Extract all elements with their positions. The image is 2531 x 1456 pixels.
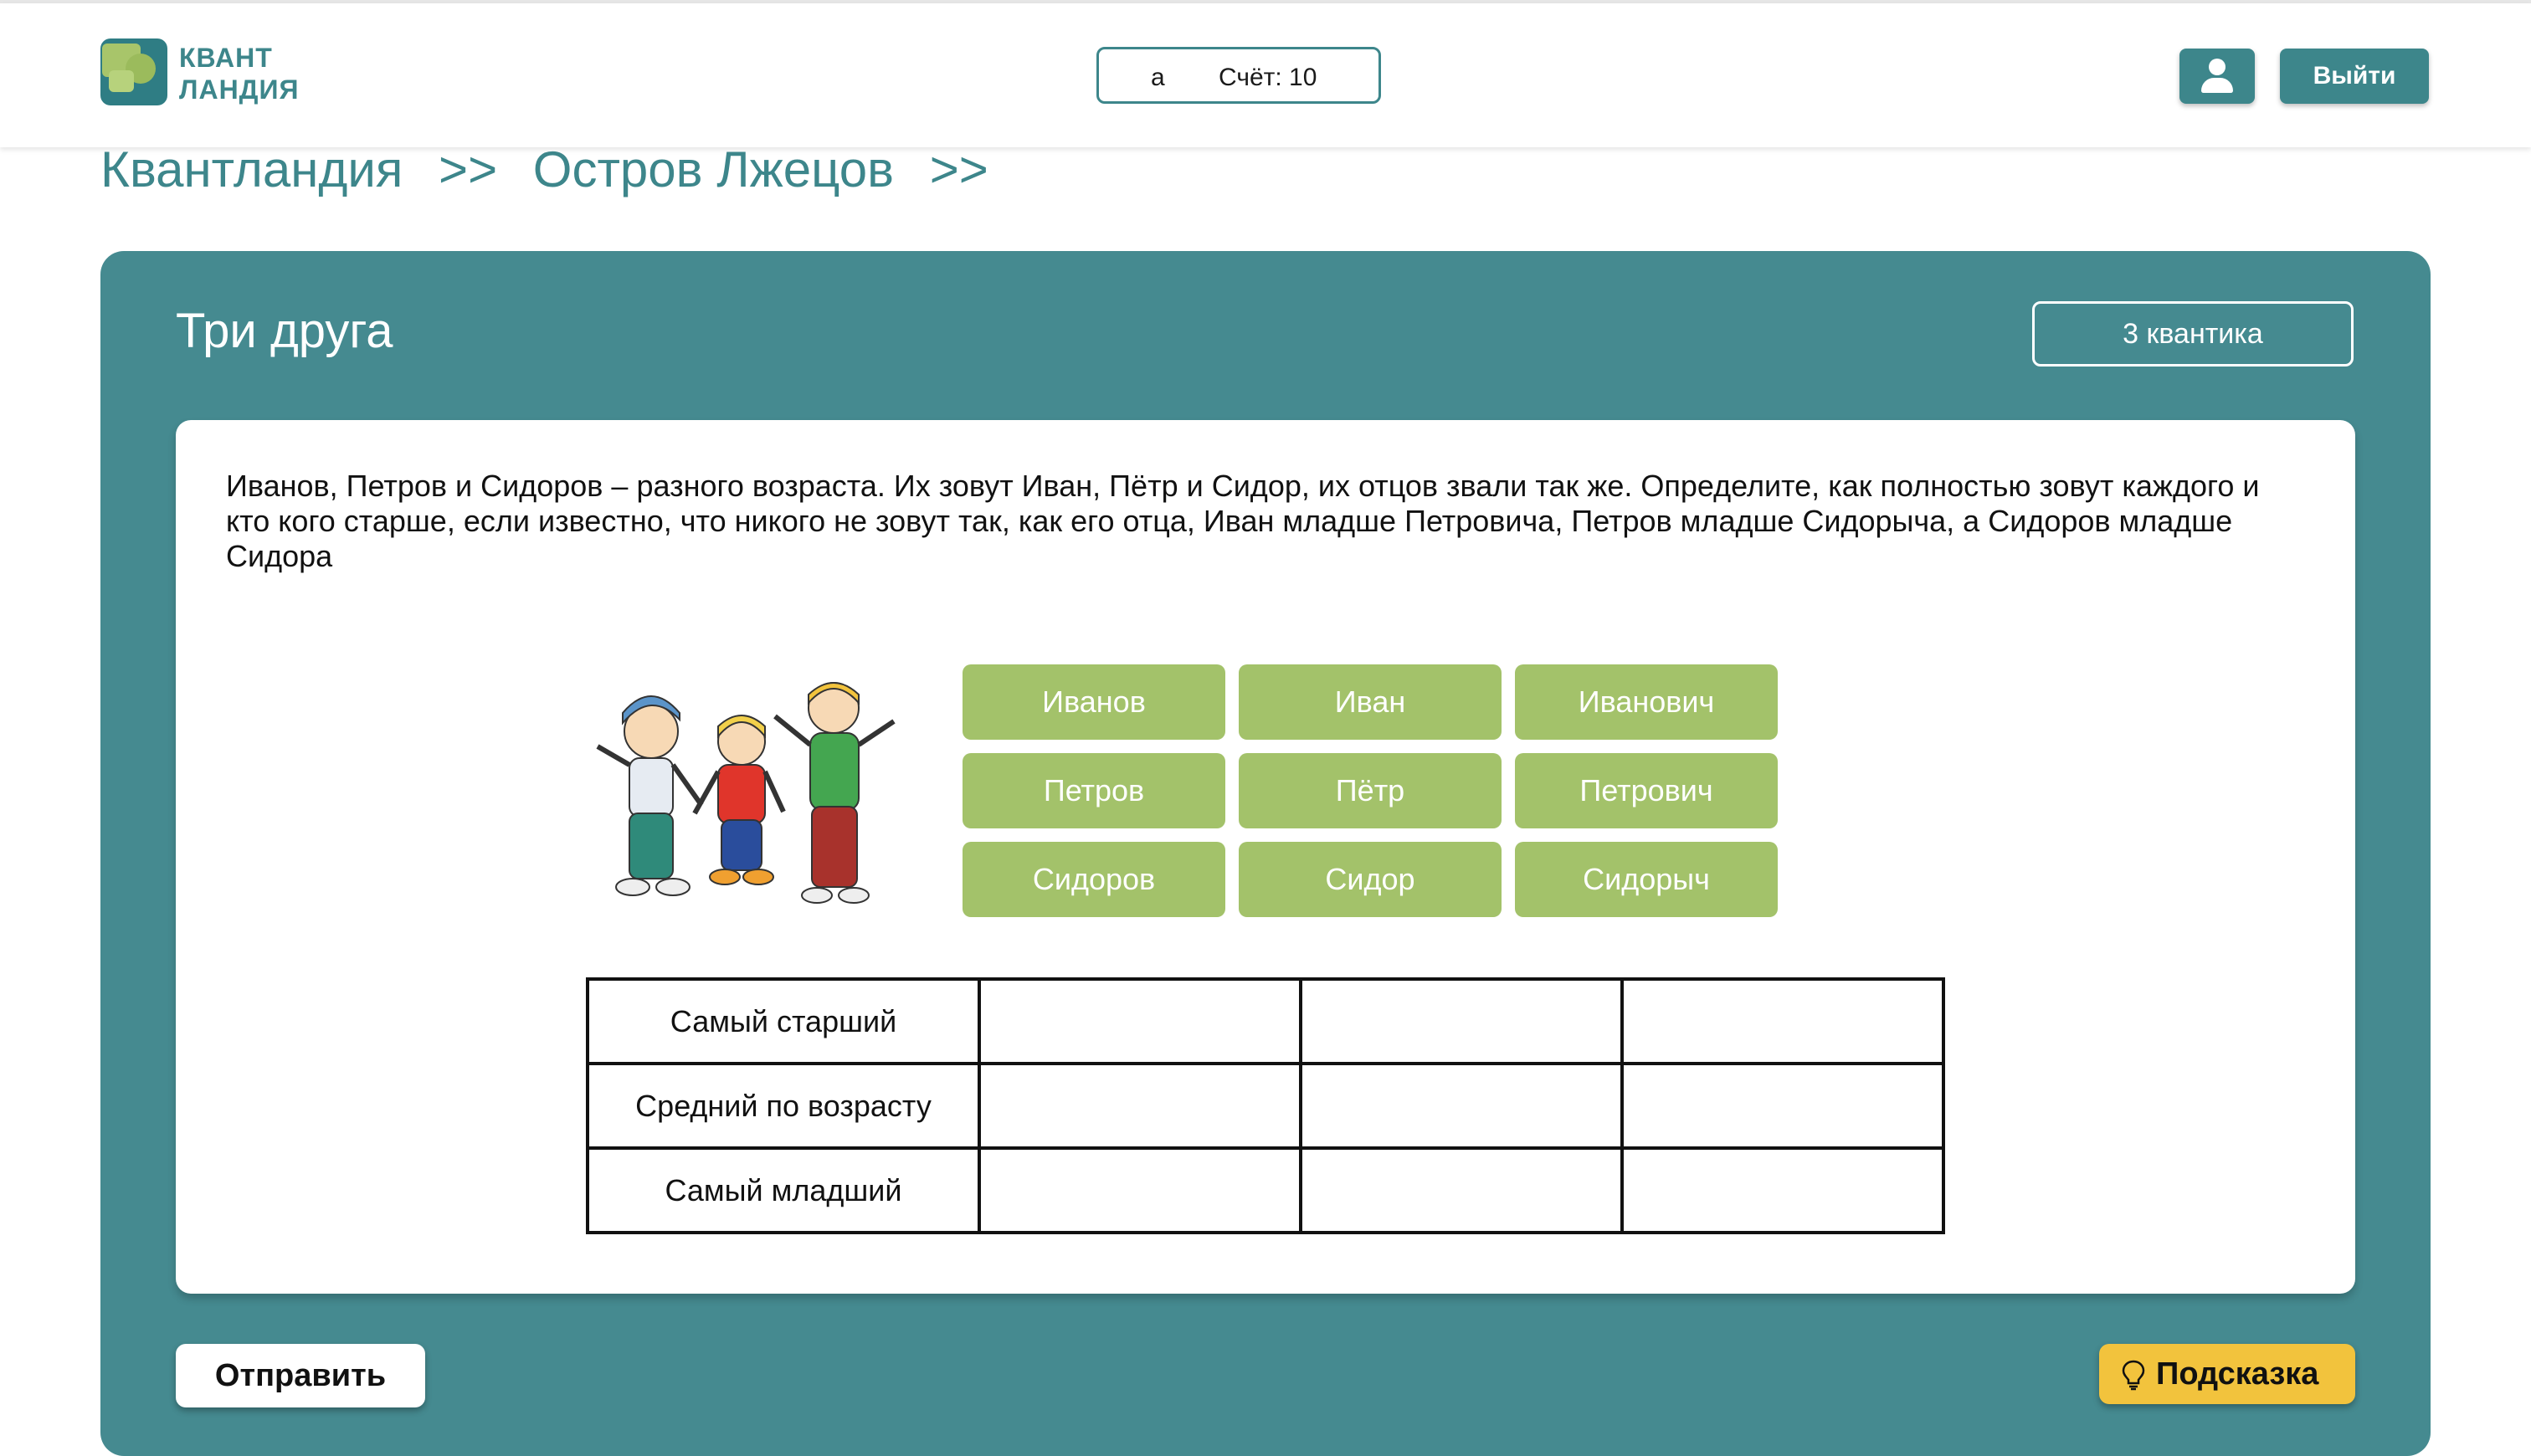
points-badge: 3 квантика bbox=[2032, 301, 2354, 367]
exit-button[interactable]: Выйти bbox=[2280, 49, 2429, 104]
logo-line-1: КВАНТ bbox=[179, 43, 273, 73]
tile-patronymic-petrovich[interactable]: Петрович bbox=[1515, 753, 1778, 828]
answer-cell[interactable] bbox=[1620, 1062, 1945, 1150]
logo-text[interactable]: КВАНТ ЛАНДИЯ bbox=[179, 42, 299, 105]
score-box: а Счёт: 10 bbox=[1096, 47, 1381, 104]
table-row: Самый старший bbox=[586, 977, 1945, 1065]
hint-label: Подсказка bbox=[2156, 1356, 2319, 1392]
answer-cell[interactable] bbox=[978, 1146, 1302, 1234]
profile-button[interactable] bbox=[2179, 49, 2255, 104]
lightbulb-icon bbox=[2122, 1360, 2145, 1391]
row-label-youngest: Самый младший bbox=[586, 1146, 981, 1234]
score-value: Счёт: 10 bbox=[1219, 64, 1317, 91]
breadcrumb-separator: >> bbox=[929, 141, 988, 197]
task-title: Три друга bbox=[176, 304, 393, 358]
tile-name-petr[interactable]: Пётр bbox=[1239, 753, 1502, 828]
answer-cell[interactable] bbox=[1299, 1062, 1624, 1150]
row-label-middle: Средний по возрасту bbox=[586, 1062, 981, 1150]
tile-name-sidor[interactable]: Сидор bbox=[1239, 842, 1502, 917]
table-row: Самый младший bbox=[586, 1146, 1945, 1234]
logo-icon[interactable] bbox=[100, 38, 167, 105]
task-card: Три друга 3 квантика Иванов, Петров и Си… bbox=[100, 251, 2431, 1456]
problem-text: Иванов, Петров и Сидоров – разного возра… bbox=[226, 469, 2260, 573]
row-label-oldest: Самый старший bbox=[586, 977, 981, 1065]
hint-button[interactable]: Подсказка bbox=[2099, 1344, 2355, 1404]
answer-cell[interactable] bbox=[1299, 977, 1624, 1065]
tile-surname-ivanov[interactable]: Иванов bbox=[963, 664, 1225, 740]
tile-surname-sidorov[interactable]: Сидоров bbox=[963, 842, 1225, 917]
tile-surname-petrov[interactable]: Петров bbox=[963, 753, 1225, 828]
submit-button[interactable]: Отправить bbox=[176, 1344, 425, 1407]
tile-patronymic-ivanovich[interactable]: Иванович bbox=[1515, 664, 1778, 740]
tile-patronymic-sidorych[interactable]: Сидорыч bbox=[1515, 842, 1778, 917]
user-name: а bbox=[1151, 64, 1165, 91]
three-kids-illustration bbox=[596, 682, 896, 904]
table-row: Средний по возрасту bbox=[586, 1062, 1945, 1150]
answer-cell[interactable] bbox=[1620, 1146, 1945, 1234]
word-tiles: Иванов Иван Иванович Петров Пётр Петрови… bbox=[963, 664, 1779, 917]
logo-line-2: ЛАНДИЯ bbox=[179, 74, 300, 105]
breadcrumb-item-island[interactable]: Остров Лжецов bbox=[533, 141, 894, 197]
answer-cell[interactable] bbox=[1620, 977, 1945, 1065]
answer-cell[interactable] bbox=[1299, 1146, 1624, 1234]
answer-table: Самый старший Средний по возрасту Самый … bbox=[586, 977, 1945, 1234]
breadcrumb-item-home[interactable]: Квантландия bbox=[100, 141, 403, 197]
answer-cell[interactable] bbox=[978, 1062, 1302, 1150]
answer-cell[interactable] bbox=[978, 977, 1302, 1065]
breadcrumb: Квантландия >> Остров Лжецов >> bbox=[100, 141, 1010, 199]
header: КВАНТ ЛАНДИЯ а Счёт: 10 Выйти bbox=[0, 3, 2531, 147]
tile-name-ivan[interactable]: Иван bbox=[1239, 664, 1502, 740]
breadcrumb-separator: >> bbox=[439, 141, 498, 197]
task-panel: Иванов, Петров и Сидоров – разного возра… bbox=[176, 420, 2355, 1294]
